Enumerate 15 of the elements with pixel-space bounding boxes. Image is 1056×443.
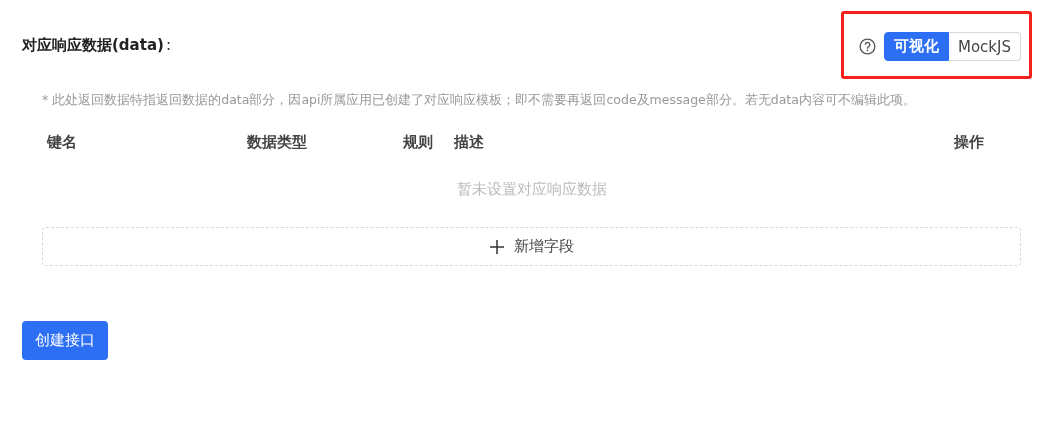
column-header: 键名: [45, 133, 78, 152]
plus-icon: [489, 239, 504, 254]
title-colon: :: [165, 36, 171, 54]
note-text: * 此处返回数据特指返回数据的data部分，因api所属应用已创建了对应响应模板；即不需要再返回code及message部分。若无data内容可不编辑此项。: [42, 91, 917, 109]
column-header: 描述: [453, 133, 485, 152]
help-icon[interactable]: [859, 38, 876, 55]
column-header: 数据类型: [246, 133, 308, 152]
empty-message: 暂未设置对应响应数据: [456, 180, 607, 198]
column-header: 操作: [953, 133, 985, 152]
mode-tab[interactable]: 可视化: [884, 32, 949, 61]
create-button[interactable]: 创建接口: [22, 321, 108, 360]
column-header: 规则: [402, 133, 434, 152]
add-field-button[interactable]: 新增字段: [42, 227, 1021, 266]
mode-tab[interactable]: MockJS: [949, 32, 1021, 61]
section-title: 对应响应数据(data): [22, 35, 164, 55]
